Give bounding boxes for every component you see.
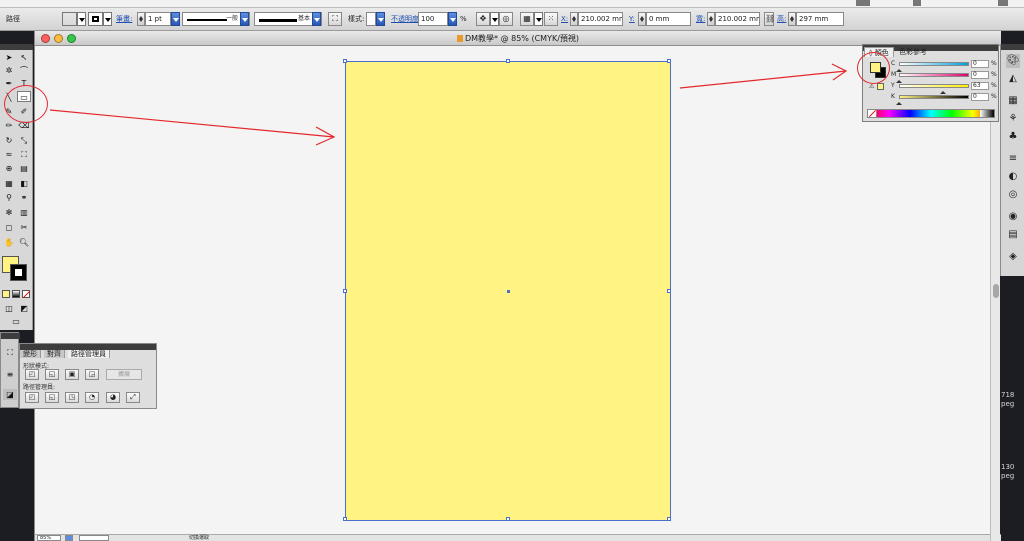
arrow-to-color-panel (679, 70, 847, 89)
arrow-to-artboard (49, 109, 335, 138)
annotation-arrows (49, 63, 848, 146)
panel-fill-swatch[interactable] (870, 62, 881, 73)
